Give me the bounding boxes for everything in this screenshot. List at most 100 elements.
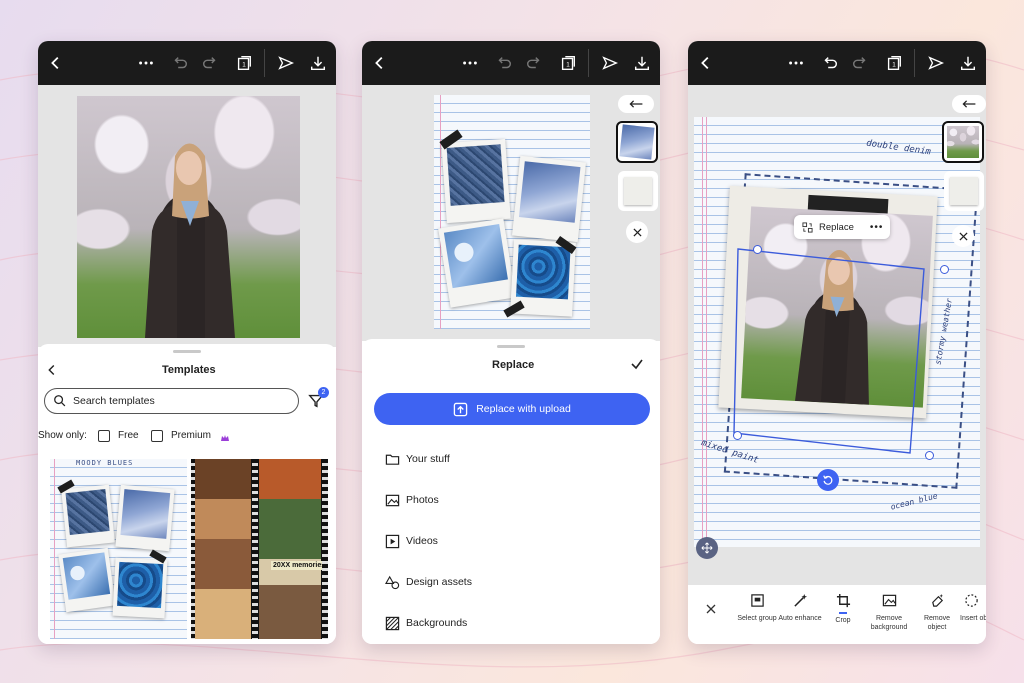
- replace-with-upload-button[interactable]: Replace with upload: [374, 393, 650, 425]
- phone-replace-screen: 1 Replace Replace with upload Your stuff…: [362, 41, 660, 644]
- collapse-arrow-button[interactable]: [618, 95, 654, 113]
- menu-item-backgrounds[interactable]: Backgrounds: [384, 615, 467, 631]
- top-toolbar: 1: [362, 41, 660, 85]
- menu-item-design-assets[interactable]: Design assets: [384, 574, 472, 590]
- tool-auto-enhance[interactable]: Auto enhance: [777, 590, 823, 623]
- share-send-icon[interactable]: [276, 53, 296, 73]
- pages-icon[interactable]: 1: [234, 53, 254, 73]
- top-toolbar: 1: [38, 41, 336, 85]
- more-options-icon[interactable]: [460, 53, 480, 73]
- resize-handle-top-right[interactable]: [940, 265, 949, 274]
- redo-icon[interactable]: [850, 53, 870, 73]
- filter-icon[interactable]: 2: [307, 387, 329, 410]
- premium-checkbox[interactable]: [151, 430, 163, 442]
- show-only-label: Show only:: [38, 430, 87, 441]
- pages-icon[interactable]: 1: [884, 53, 904, 73]
- share-send-icon[interactable]: [600, 53, 620, 73]
- undo-icon[interactable]: [494, 53, 514, 73]
- undo-icon[interactable]: [170, 53, 190, 73]
- upload-icon: [453, 402, 468, 416]
- handwriting-double-denim: double denim: [865, 138, 932, 158]
- templates-panel: Templates 2 Show only: Free Premium MOOD…: [38, 344, 336, 644]
- template-thumbnail-film-strip[interactable]: 20XX memories: [191, 459, 328, 639]
- template-thumbnail-moody-blues[interactable]: MOODY BLUES: [50, 459, 187, 639]
- premium-label: Premium: [171, 430, 212, 441]
- collapse-arrow-button[interactable]: [952, 95, 986, 113]
- sheet-drag-handle[interactable]: [173, 350, 201, 353]
- layer-thumbnail-blank[interactable]: [944, 171, 984, 211]
- tool-crop[interactable]: Crop: [820, 590, 866, 625]
- download-icon[interactable]: [958, 53, 978, 73]
- layer-thumbnail-selected[interactable]: [616, 121, 658, 163]
- crop-icon: [820, 590, 866, 610]
- phone-edit-screen: 1 double denim mixed paint ocean blue st…: [688, 41, 986, 644]
- templates-title: Templates: [162, 364, 216, 376]
- layer-thumbnail-blank[interactable]: [618, 171, 658, 211]
- pages-icon[interactable]: 1: [558, 53, 578, 73]
- tool-insert-object[interactable]: Insert object: [958, 590, 986, 623]
- download-icon[interactable]: [632, 53, 652, 73]
- panel-back-icon[interactable]: [42, 360, 62, 380]
- tool-remove-background[interactable]: Remove background: [866, 590, 912, 632]
- redo-icon[interactable]: [524, 53, 544, 73]
- replace-chip-button[interactable]: Replace: [819, 222, 854, 233]
- top-toolbar: 1: [688, 41, 986, 85]
- close-icon[interactable]: [626, 221, 648, 243]
- phone-templates-screen: 1 Templates Search templates 2 Show only…: [38, 41, 336, 644]
- replace-panel: Replace Replace with upload Your stuff P…: [362, 339, 660, 644]
- search-input[interactable]: [73, 395, 273, 407]
- resize-handle-bottom-left[interactable]: [733, 431, 742, 440]
- close-icon[interactable]: [952, 225, 974, 247]
- premium-crown-icon: [220, 430, 230, 441]
- pattern-icon: [384, 615, 400, 631]
- search-icon: [54, 395, 66, 407]
- back-arrow-icon[interactable]: [370, 53, 390, 73]
- portrait-photo[interactable]: [77, 96, 300, 338]
- back-arrow-icon[interactable]: [696, 53, 716, 73]
- menu-item-videos[interactable]: Videos: [384, 533, 438, 549]
- tool-remove-object[interactable]: Remove object: [914, 590, 960, 632]
- free-checkbox[interactable]: [98, 430, 110, 442]
- more-options-icon[interactable]: [786, 53, 806, 73]
- redo-icon[interactable]: [200, 53, 220, 73]
- magic-wand-icon: [777, 590, 823, 610]
- left-arrow-icon: [629, 100, 643, 108]
- more-options-icon[interactable]: [136, 53, 156, 73]
- move-icon[interactable]: [696, 537, 718, 559]
- context-menu-chip: Replace •••: [794, 215, 890, 239]
- canvas-area: [38, 85, 336, 347]
- shapes-icon: [384, 574, 400, 590]
- image-icon: [384, 492, 400, 508]
- select-group-icon: [734, 590, 780, 610]
- back-arrow-icon[interactable]: [46, 53, 66, 73]
- checkmark-icon[interactable]: [630, 357, 644, 371]
- svg-text:1: 1: [242, 62, 246, 69]
- menu-item-your-stuff[interactable]: Your stuff: [384, 451, 450, 467]
- close-tools-icon[interactable]: [706, 601, 718, 614]
- more-options-icon[interactable]: •••: [870, 222, 884, 233]
- left-arrow-icon: [962, 100, 976, 108]
- replace-icon: [802, 221, 813, 233]
- handwriting-ocean-blue: ocean blue: [889, 491, 939, 512]
- rotate-icon[interactable]: [817, 469, 839, 491]
- resize-handle-bottom-right[interactable]: [925, 451, 934, 460]
- free-label: Free: [118, 430, 139, 441]
- search-templates-field[interactable]: [44, 388, 299, 414]
- filter-count-badge: 2: [318, 387, 329, 398]
- menu-item-photos[interactable]: Photos: [384, 492, 439, 508]
- download-icon[interactable]: [308, 53, 328, 73]
- collage-page[interactable]: [434, 95, 590, 329]
- canvas-area: double denim mixed paint ocean blue stor…: [688, 85, 986, 585]
- replace-title: Replace: [492, 359, 535, 371]
- svg-text:1: 1: [892, 62, 896, 69]
- tool-select-group[interactable]: Select group: [734, 590, 780, 623]
- film-caption: 20XX memories: [271, 561, 328, 570]
- play-icon: [384, 533, 400, 549]
- canvas-area: [362, 85, 660, 341]
- share-send-icon[interactable]: [926, 53, 946, 73]
- selection-outline: [733, 248, 925, 454]
- resize-handle-top-left[interactable]: [753, 245, 762, 254]
- sheet-drag-handle[interactable]: [497, 345, 525, 348]
- layer-thumbnail-selected[interactable]: [942, 121, 984, 163]
- undo-icon[interactable]: [820, 53, 840, 73]
